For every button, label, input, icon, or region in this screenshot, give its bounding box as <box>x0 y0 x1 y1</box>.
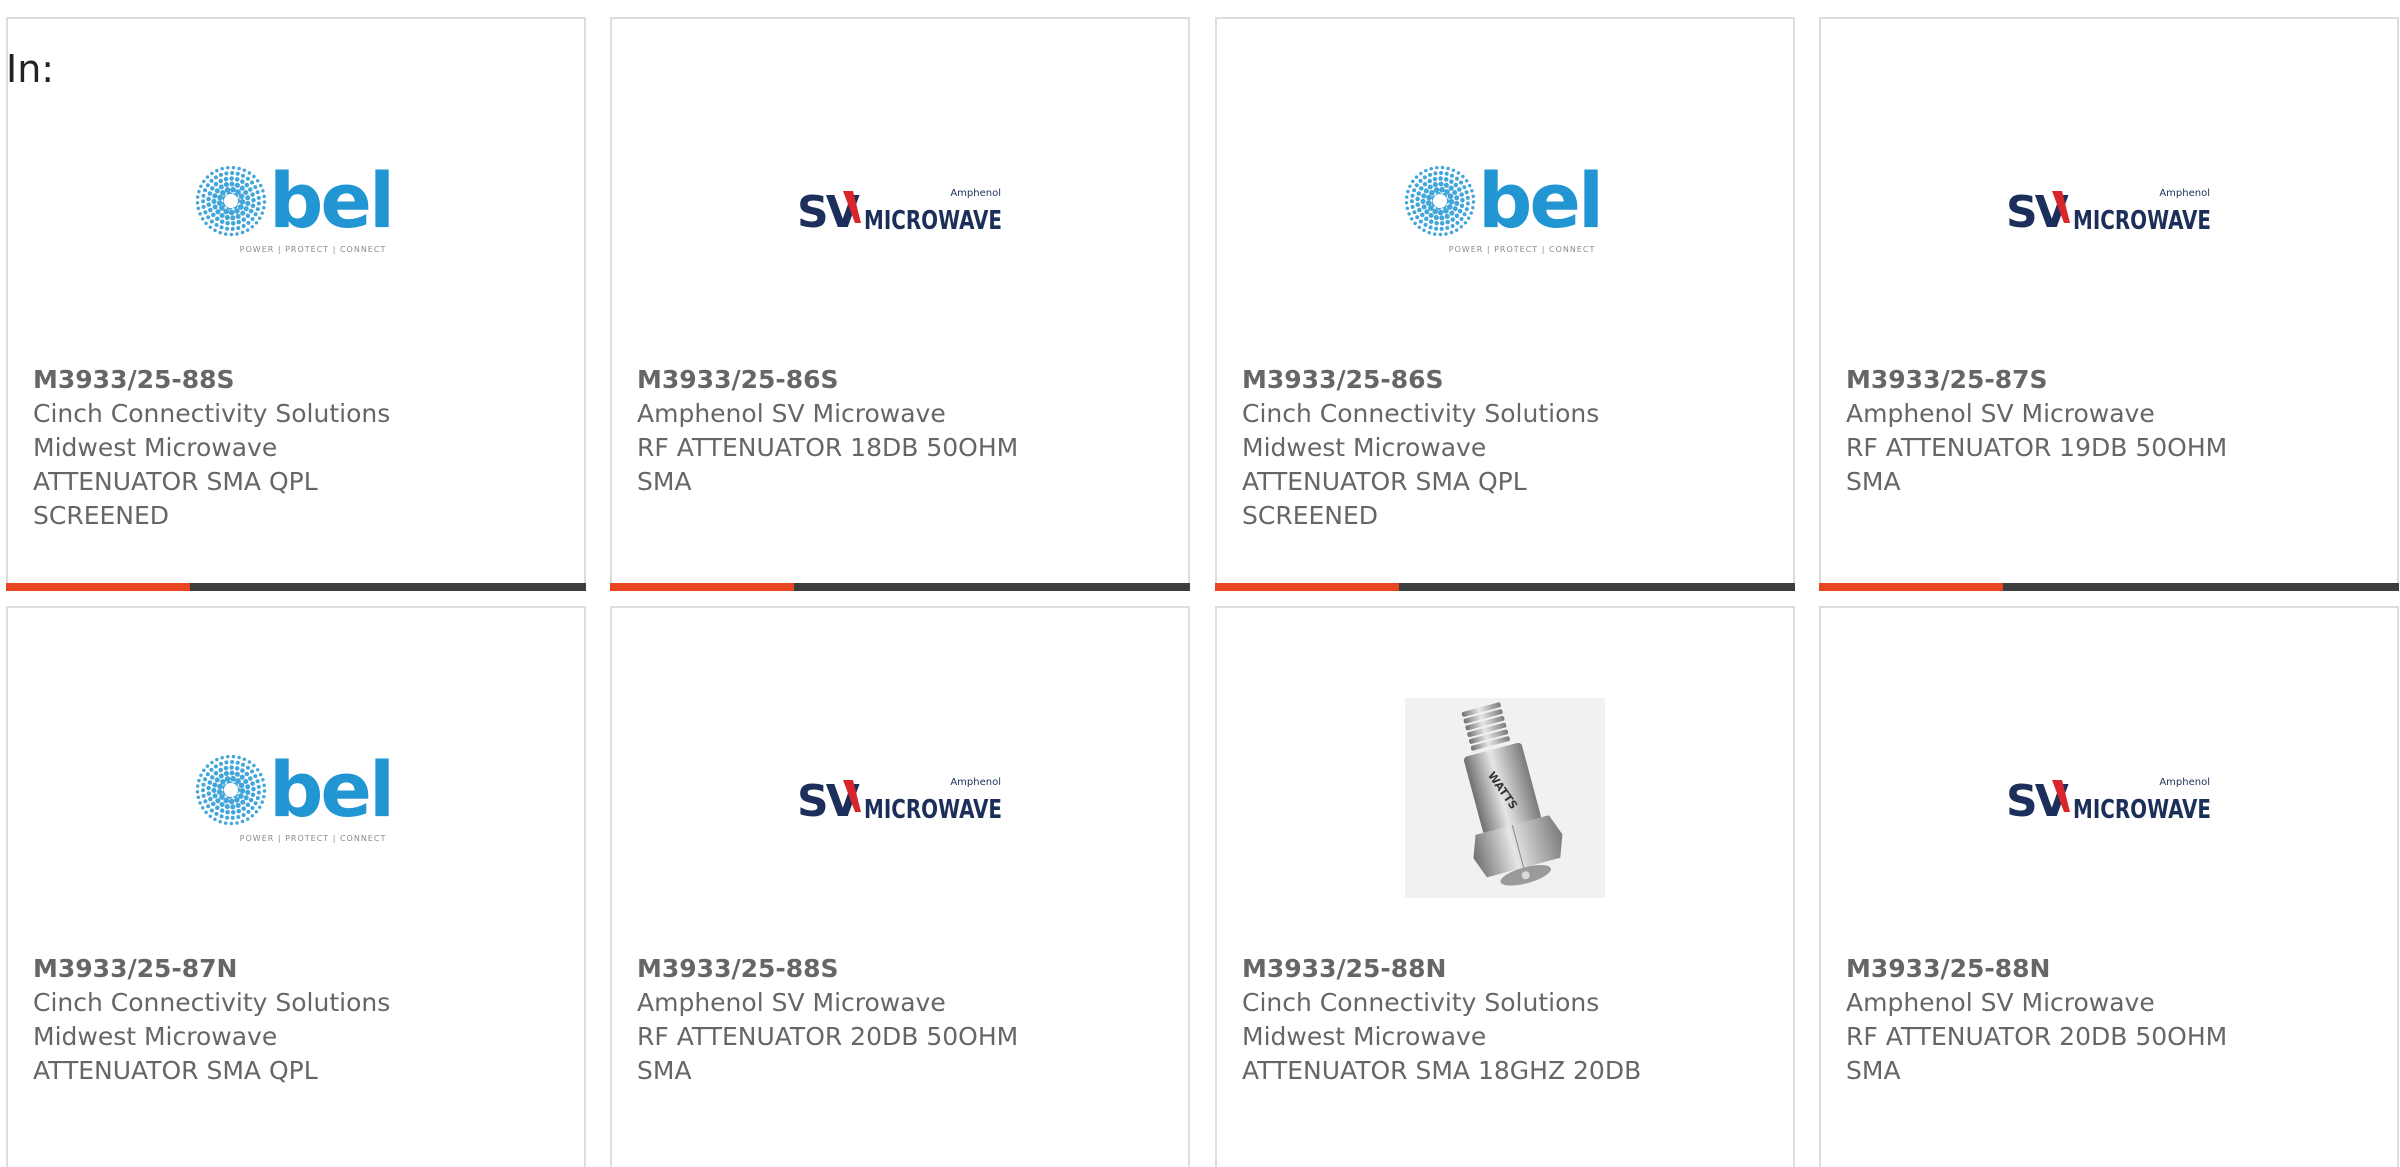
product-info: M3933/25-87N Cinch Connectivity Solution… <box>33 952 564 1088</box>
part-number[interactable]: M3933/25-88N <box>1242 952 1773 986</box>
logo-container: SV MICROWAVE Amphenol <box>612 698 1188 898</box>
product-info: M3933/25-86S Cinch Connectivity Solution… <box>1242 363 1773 533</box>
card-bottom-bar <box>1215 583 1795 591</box>
product-line: SMA <box>1846 467 1901 496</box>
product-line: Amphenol SV Microwave <box>1846 988 2155 1017</box>
part-number[interactable]: M3933/25-87N <box>33 952 564 986</box>
part-number[interactable]: M3933/25-88N <box>1846 952 2377 986</box>
bel-wordmark: bel <box>269 159 392 245</box>
product-line: RF ATTENUATOR 20DB 50OHM <box>1846 1022 2228 1051</box>
card-bottom-bar <box>6 583 586 591</box>
product-line: SMA <box>637 1056 692 1085</box>
product-grid-page: In: bel POWER | PROTECT | CONNECT M3933/2… <box>0 0 2400 1167</box>
product-line: Amphenol SV Microwave <box>637 399 946 428</box>
part-number[interactable]: M3933/25-86S <box>1242 363 1773 397</box>
product-line: Midwest Microwave <box>1242 433 1487 462</box>
card-accent-bar <box>610 583 794 591</box>
sv-microwave-logo: SV MICROWAVEAmphenol <box>2006 776 2211 827</box>
card-accent-bar <box>1215 583 1399 591</box>
product-card[interactable]: SV MICROWAVE Amphenol M3933/25-86S Ampheno… <box>610 17 1190 591</box>
logo-container: bel POWER | PROTECT | CONNECT <box>8 109 584 309</box>
product-line: Amphenol SV Microwave <box>1846 399 2155 428</box>
product-info: M3933/25-88N Amphenol SV Microwave RF AT… <box>1846 952 2377 1088</box>
bel-logo: belPOWER | PROTECT | CONNECT <box>195 748 395 843</box>
sv-microwave-logo: SV MICROWAVEAmphenol <box>2006 187 2211 238</box>
product-card[interactable]: bel POWER | PROTECT | CONNECT M3933/25-86… <box>1215 17 1795 591</box>
product-line: ATTENUATOR SMA 18GHZ 20DB <box>1242 1056 1642 1085</box>
product-line: Midwest Microwave <box>1242 1022 1487 1051</box>
product-card[interactable]: SV MICROWAVE Amphenol M3933/25-88N Ampheno… <box>1819 606 2399 1167</box>
sv-wordmark: MICROWAVE <box>2073 206 2211 236</box>
bel-tagline: POWER | PROTECT | CONNECT <box>240 834 387 843</box>
logo-container: bel POWER | PROTECT | CONNECT <box>8 698 584 898</box>
product-line: SMA <box>1846 1056 1901 1085</box>
product-line: Cinch Connectivity Solutions <box>1242 988 1600 1017</box>
product-card[interactable]: bel POWER | PROTECT | CONNECT M3933/25-87… <box>6 606 586 1167</box>
part-number[interactable]: M3933/25-87S <box>1846 363 2377 397</box>
product-card[interactable]: WATTS M3933/25-88N Cinch Connectivity So… <box>1215 606 1795 1167</box>
part-number[interactable]: M3933/25-88S <box>33 363 564 397</box>
sv-microwave-logo: SV MICROWAVEAmphenol <box>797 776 1002 827</box>
logo-container: SV MICROWAVE Amphenol <box>1821 698 2397 898</box>
product-line: Amphenol SV Microwave <box>637 988 946 1017</box>
product-info: M3933/25-88N Cinch Connectivity Solution… <box>1242 952 1773 1088</box>
card-accent-bar <box>6 583 190 591</box>
bel-wordmark: bel <box>269 748 392 834</box>
logo-container: WATTS <box>1217 698 1793 898</box>
part-number[interactable]: M3933/25-88S <box>637 952 1168 986</box>
bel-tagline: POWER | PROTECT | CONNECT <box>240 245 387 254</box>
product-line: RF ATTENUATOR 19DB 50OHM <box>1846 433 2228 462</box>
in-label: In: <box>6 47 55 91</box>
amphenol-label: Amphenol <box>2159 777 2210 788</box>
sv-wordmark: MICROWAVE <box>864 206 1002 236</box>
sv-wordmark: MICROWAVE <box>2073 795 2211 825</box>
product-line: ATTENUATOR SMA QPL <box>1242 467 1527 496</box>
logo-container: SV MICROWAVE Amphenol <box>612 109 1188 309</box>
product-line: ATTENUATOR SMA QPL <box>33 1056 318 1085</box>
sv-microwave-logo: SV MICROWAVEAmphenol <box>797 187 1002 238</box>
product-line: Midwest Microwave <box>33 1022 278 1051</box>
product-info: M3933/25-88S Amphenol SV Microwave RF AT… <box>637 952 1168 1088</box>
card-bottom-bar <box>1819 583 2399 591</box>
bel-logo: belPOWER | PROTECT | CONNECT <box>1404 159 1604 254</box>
bel-logo: belPOWER | PROTECT | CONNECT <box>195 159 395 254</box>
amphenol-label: Amphenol <box>2159 188 2210 199</box>
product-line: Midwest Microwave <box>33 433 278 462</box>
product-line: SCREENED <box>1242 501 1379 530</box>
product-info: M3933/25-87S Amphenol SV Microwave RF AT… <box>1846 363 2377 499</box>
product-line: RF ATTENUATOR 18DB 50OHM <box>637 433 1019 462</box>
bel-wordmark: bel <box>1478 159 1601 245</box>
product-card[interactable]: SV MICROWAVE Amphenol M3933/25-87S Ampheno… <box>1819 17 2399 591</box>
product-info: M3933/25-86S Amphenol SV Microwave RF AT… <box>637 363 1168 499</box>
product-card[interactable]: SV MICROWAVE Amphenol M3933/25-88S Ampheno… <box>610 606 1190 1167</box>
amphenol-label: Amphenol <box>950 777 1001 788</box>
part-number[interactable]: M3933/25-86S <box>637 363 1168 397</box>
amphenol-label: Amphenol <box>950 188 1001 199</box>
product-info: M3933/25-88S Cinch Connectivity Solution… <box>33 363 564 533</box>
attenuator-photo: WATTS <box>1405 698 1605 898</box>
product-line: SCREENED <box>33 501 170 530</box>
product-line: Cinch Connectivity Solutions <box>33 399 391 428</box>
product-line: ATTENUATOR SMA QPL <box>33 467 318 496</box>
product-card[interactable]: bel POWER | PROTECT | CONNECT M3933/25-88… <box>6 17 586 591</box>
product-line: SMA <box>637 467 692 496</box>
card-accent-bar <box>1819 583 2003 591</box>
logo-container: SV MICROWAVE Amphenol <box>1821 109 2397 309</box>
bel-tagline: POWER | PROTECT | CONNECT <box>1449 245 1596 254</box>
product-line: RF ATTENUATOR 20DB 50OHM <box>637 1022 1019 1051</box>
product-line: Cinch Connectivity Solutions <box>33 988 391 1017</box>
card-bottom-bar <box>610 583 1190 591</box>
product-line: Cinch Connectivity Solutions <box>1242 399 1600 428</box>
logo-container: bel POWER | PROTECT | CONNECT <box>1217 109 1793 309</box>
sv-wordmark: MICROWAVE <box>864 795 1002 825</box>
